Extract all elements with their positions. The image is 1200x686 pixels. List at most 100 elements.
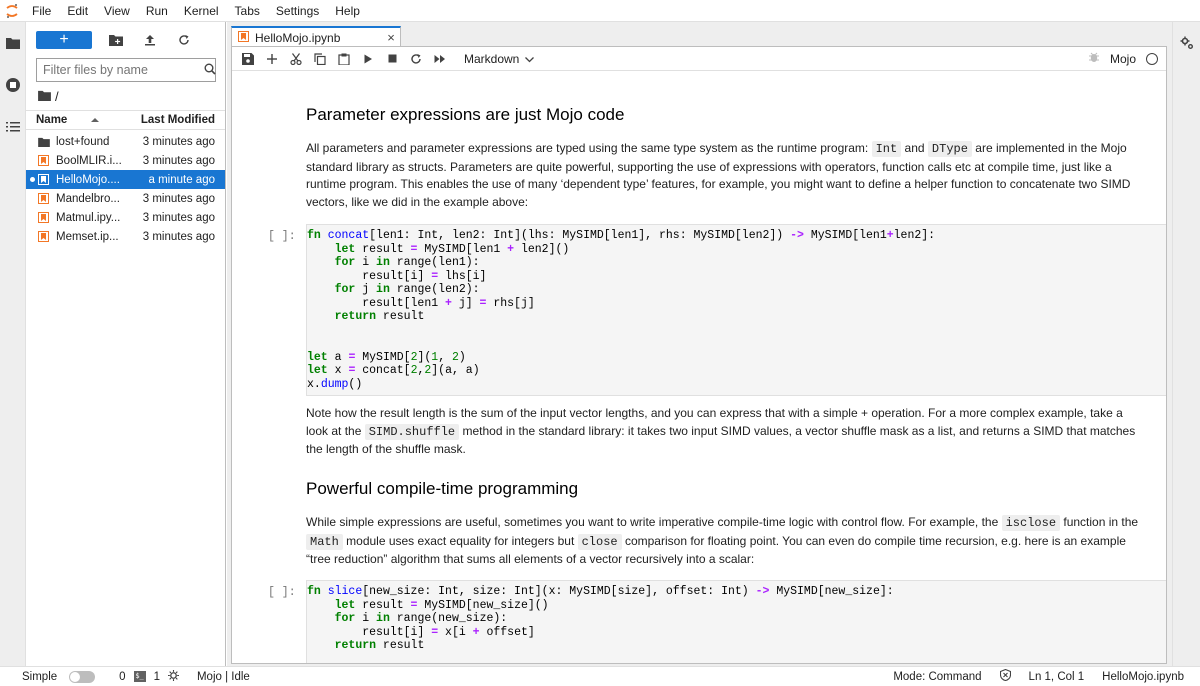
status-left: Simple 0 $_ 1 Mojo | Idle <box>0 669 250 684</box>
notebook-icon <box>38 231 52 242</box>
code-cell-slice[interactable]: fn slice[new_size: Int, size: Int](x: My… <box>306 580 1166 663</box>
markdown-cell-paragraph-1[interactable]: All parameters and parameter expressions… <box>306 140 1146 211</box>
tab-hellomojo[interactable]: HelloMojo.ipynb × <box>231 26 401 47</box>
kernel-gear-icon[interactable] <box>167 669 179 684</box>
folder-icon <box>38 137 52 147</box>
menu-settings[interactable]: Settings <box>268 0 327 22</box>
notebook-icon <box>238 30 249 45</box>
file-row-mandelbrot[interactable]: Mandelbro... 3 minutes ago <box>26 189 225 208</box>
file-filter-input[interactable] <box>43 63 204 77</box>
file-row-hellomojo[interactable]: HelloMojo.... a minute ago <box>26 170 225 189</box>
paragraph: Note how the result length is the sum of… <box>306 406 1136 457</box>
markdown-cell-paragraph-2[interactable]: Note how the result length is the sum of… <box>306 405 1146 459</box>
kernel-idle-status-icon <box>1146 52 1158 65</box>
main-dock-area: HelloMojo.ipynb × Markdown Mojo Paramete… <box>227 22 1172 666</box>
restart-kernel-icon[interactable] <box>404 48 428 70</box>
notebook-icon <box>38 155 52 166</box>
menu-file[interactable]: File <box>24 0 59 22</box>
sort-ascending-icon <box>91 114 100 126</box>
table-of-contents-icon[interactable] <box>0 114 26 140</box>
fast-forward-icon[interactable] <box>428 48 452 70</box>
property-inspector-gear-icon[interactable] <box>1174 30 1200 56</box>
file-browser-toolbar: + <box>36 30 196 50</box>
refresh-icon[interactable] <box>172 30 196 50</box>
trust-shield-icon[interactable] <box>999 668 1011 684</box>
jupyterlab-app: File Edit View Run Kernel Tabs Settings … <box>0 0 1200 686</box>
new-folder-icon[interactable] <box>104 30 128 50</box>
paragraph: While simple expressions are useful, som… <box>306 515 1139 567</box>
cursor-position[interactable]: Ln 1, Col 1 <box>1029 671 1085 683</box>
running-kernels-icon[interactable] <box>0 72 26 98</box>
kernel-count[interactable]: 1 <box>154 671 160 683</box>
cell-type-value: Markdown <box>464 51 520 66</box>
menu-view[interactable]: View <box>96 0 138 22</box>
cell-type-select[interactable]: Markdown <box>464 51 535 66</box>
notebook-panel: Markdown Mojo Parameter expressions are <box>231 46 1167 664</box>
status-bar: Simple 0 $_ 1 Mojo | Idle Mode: Command … <box>0 666 1200 686</box>
paragraph: All parameters and parameter expressions… <box>306 141 1131 209</box>
markdown-cell-heading-2[interactable]: Powerful compile-time programming <box>306 479 1146 499</box>
section-heading: Powerful compile-time programming <box>306 479 579 498</box>
stop-kernel-icon[interactable] <box>380 48 404 70</box>
right-activity-bar <box>1172 22 1200 666</box>
cut-icon[interactable] <box>284 48 308 70</box>
status-right: Mode: Command Ln 1, Col 1 HelloMojo.ipyn… <box>893 668 1200 684</box>
menu-run[interactable]: Run <box>138 0 176 22</box>
breadcrumb: / <box>38 88 59 104</box>
file-browser-folder-icon[interactable] <box>0 30 26 56</box>
file-row-matmul[interactable]: Matmul.ipy... 3 minutes ago <box>26 208 225 227</box>
kernel-name-button[interactable]: Mojo <box>1110 52 1136 66</box>
insert-cell-icon[interactable] <box>260 48 284 70</box>
simple-mode-toggle[interactable] <box>69 670 96 683</box>
terminal-count[interactable]: 0 <box>119 671 125 683</box>
menu-help[interactable]: Help <box>327 0 368 22</box>
breadcrumb-root[interactable]: / <box>55 89 59 104</box>
file-list: lost+found 3 minutes ago BoolMLIR.i... 3… <box>26 132 225 246</box>
tab-label: HelloMojo.ipynb <box>255 30 341 45</box>
menu-bar: File Edit View Run Kernel Tabs Settings … <box>0 0 1200 22</box>
home-folder-icon[interactable] <box>38 89 51 104</box>
column-header-last-modified[interactable]: Last Modified <box>126 114 225 126</box>
section-heading: Parameter expressions are just Mojo code <box>306 105 625 124</box>
active-filename: HelloMojo.ipynb <box>1102 670 1184 683</box>
chevron-down-icon <box>525 52 535 66</box>
file-list-header: Name Last Modified <box>26 110 225 130</box>
menu-edit[interactable]: Edit <box>59 0 96 22</box>
column-header-name[interactable]: Name <box>26 114 126 126</box>
file-row-lost-found[interactable]: lost+found 3 minutes ago <box>26 132 225 151</box>
notebook-cells: Parameter expressions are just Mojo code… <box>232 72 1166 663</box>
markdown-cell-paragraph-3[interactable]: While simple expressions are useful, som… <box>306 514 1146 569</box>
notebook-icon <box>38 193 52 204</box>
search-icon <box>204 63 216 78</box>
left-activity-bar <box>0 22 26 666</box>
menu-kernel[interactable]: Kernel <box>176 0 227 22</box>
file-filter-box <box>36 58 216 82</box>
code-editor[interactable]: fn slice[new_size: Int, size: Int](x: My… <box>307 581 1166 663</box>
terminal-icon[interactable]: $_ <box>133 671 146 682</box>
cell-prompt: [ ]: <box>268 586 296 599</box>
markdown-cell-heading-1[interactable]: Parameter expressions are just Mojo code <box>306 105 1146 125</box>
run-cell-icon[interactable] <box>356 48 380 70</box>
jupyter-logo-icon <box>0 0 24 22</box>
notebook-icon <box>38 174 52 185</box>
notebook-mode[interactable]: Mode: Command <box>893 671 981 683</box>
cell-prompt: [ ]: <box>268 230 296 243</box>
code-editor[interactable]: fn concat[len1: Int, len2: Int](lhs: MyS… <box>307 225 1166 395</box>
bug-debugger-icon[interactable] <box>1088 51 1100 66</box>
kernel-status[interactable]: Mojo | Idle <box>197 671 250 683</box>
close-tab-icon[interactable]: × <box>382 30 400 45</box>
file-row-memset[interactable]: Memset.ip... 3 minutes ago <box>26 227 225 246</box>
menu-tabs[interactable]: Tabs <box>227 0 268 22</box>
file-row-boolmlir[interactable]: BoolMLIR.i... 3 minutes ago <box>26 151 225 170</box>
save-icon[interactable] <box>236 48 260 70</box>
file-browser-panel: + / Name <box>26 22 226 666</box>
running-indicator-icon <box>30 177 35 182</box>
new-launcher-button[interactable]: + <box>36 31 92 49</box>
notebook-toolbar: Markdown Mojo <box>232 47 1166 71</box>
upload-icon[interactable] <box>138 30 162 50</box>
simple-mode-label: Simple <box>22 670 58 683</box>
paste-icon[interactable] <box>332 48 356 70</box>
copy-icon[interactable] <box>308 48 332 70</box>
tab-bar: HelloMojo.ipynb × <box>227 22 1172 47</box>
code-cell-concat[interactable]: fn concat[len1: Int, len2: Int](lhs: MyS… <box>306 224 1166 396</box>
